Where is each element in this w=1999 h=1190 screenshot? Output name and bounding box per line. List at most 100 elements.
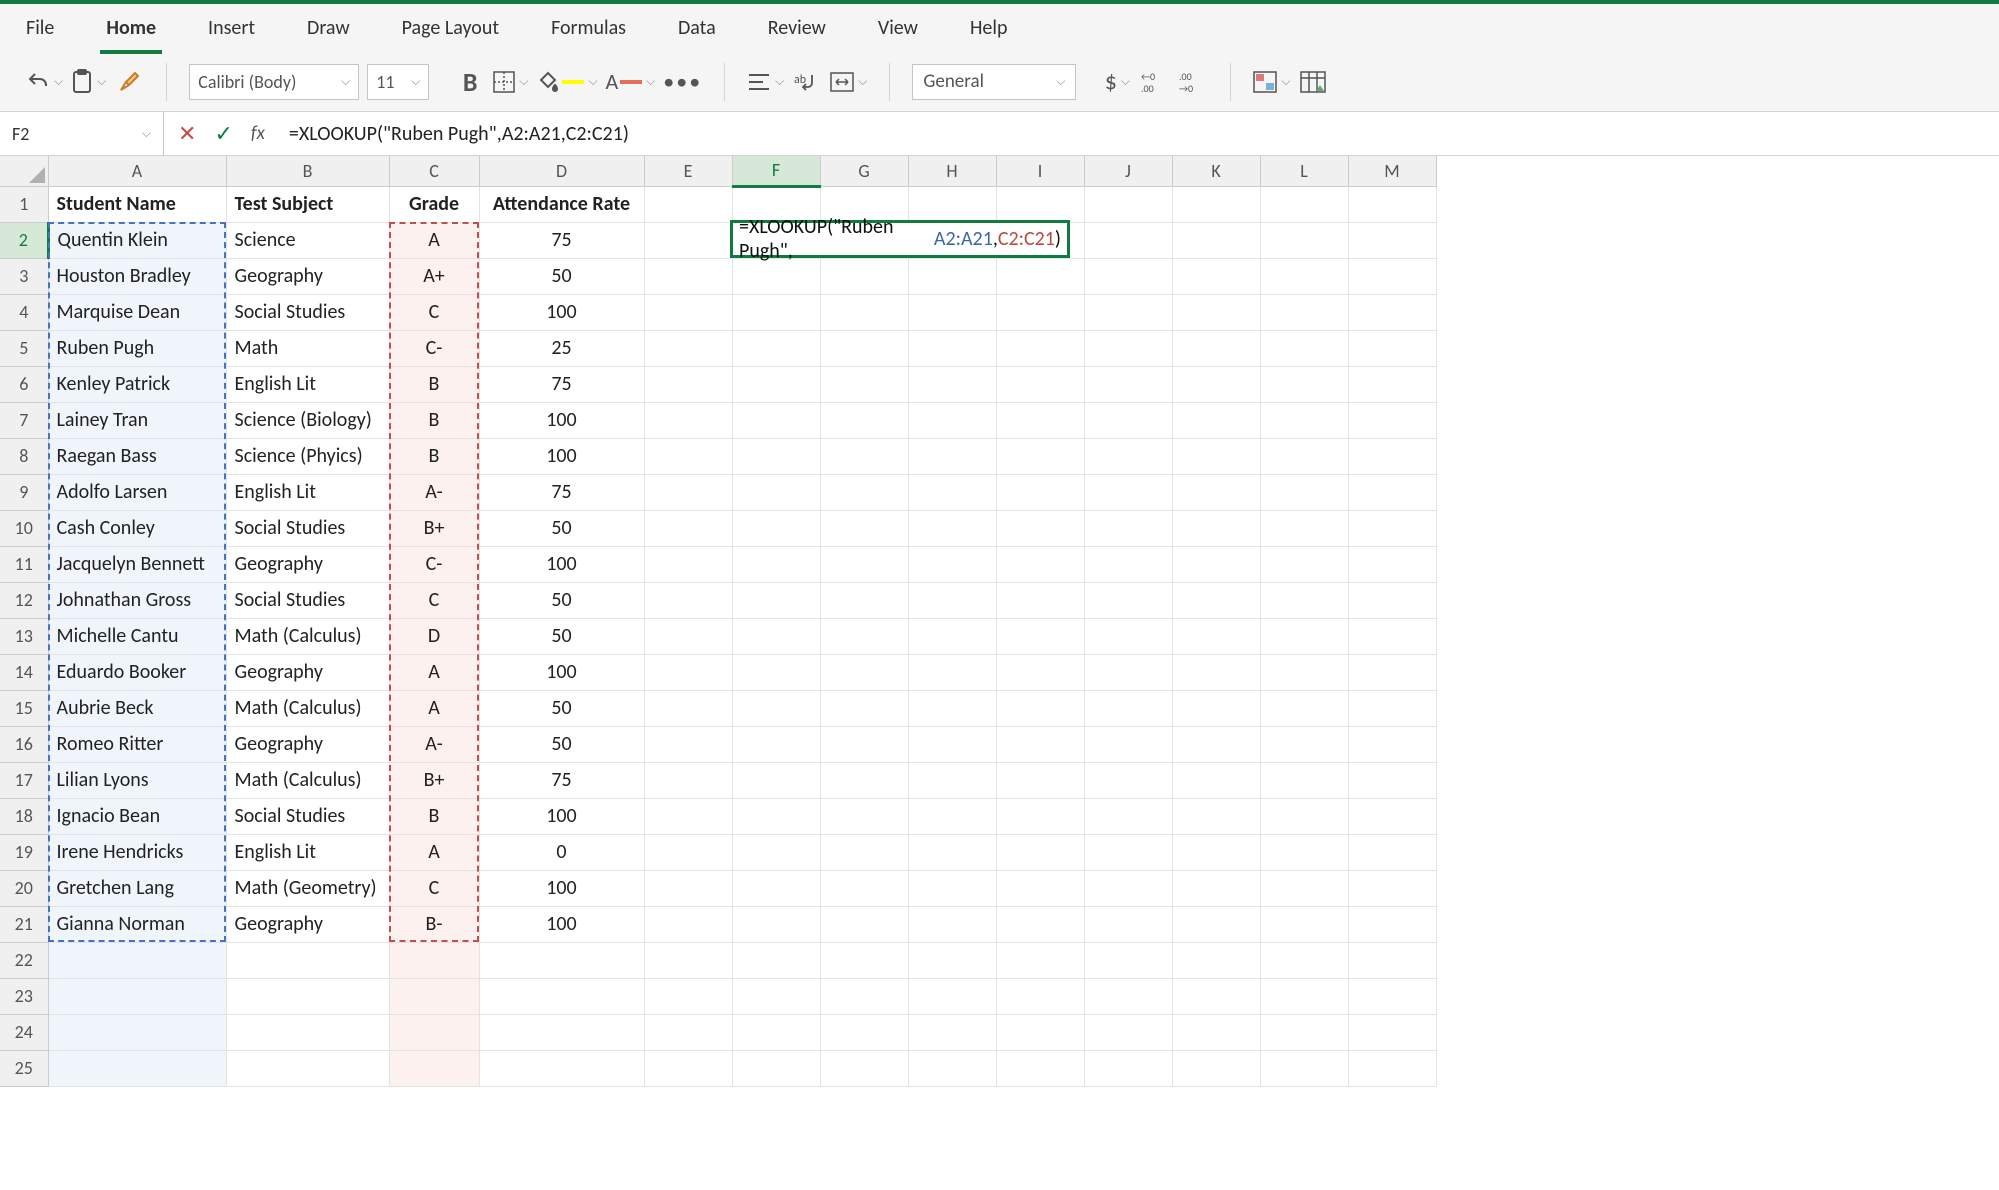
cell-J20[interactable] [1084,870,1172,906]
row-head-19[interactable]: 19 [0,834,48,870]
cancel-formula-icon[interactable]: ✕ [178,120,196,147]
cell-F25[interactable] [732,1050,820,1086]
col-head-H[interactable]: H [908,156,996,186]
cell-M7[interactable] [1348,402,1436,438]
paste-button[interactable]: ⌵ [71,64,106,100]
cell-M3[interactable] [1348,258,1436,294]
cell-H21[interactable] [908,906,996,942]
row-head-20[interactable]: 20 [0,870,48,906]
cell-M4[interactable] [1348,294,1436,330]
col-head-K[interactable]: K [1172,156,1260,186]
cell-J23[interactable] [1084,978,1172,1014]
cell-H18[interactable] [908,798,996,834]
cell-B1[interactable]: Test Subject [226,186,389,222]
cell-C23[interactable] [389,978,479,1014]
cell-A10[interactable]: Cash Conley [48,510,226,546]
bold-button[interactable]: B [455,64,485,100]
cell-B25[interactable] [226,1050,389,1086]
cell-M23[interactable] [1348,978,1436,1014]
cell-M13[interactable] [1348,618,1436,654]
row-head-23[interactable]: 23 [0,978,48,1014]
cell-G18[interactable] [820,798,908,834]
cell-G9[interactable] [820,474,908,510]
row-head-14[interactable]: 14 [0,654,48,690]
cell-J2[interactable] [1084,222,1172,258]
col-head-C[interactable]: C [389,156,479,186]
menu-data[interactable]: Data [672,12,722,44]
cell-D15[interactable]: 50 [479,690,644,726]
cell-G16[interactable] [820,726,908,762]
cell-G23[interactable] [820,978,908,1014]
spreadsheet-grid[interactable]: ABCDEFGHIJKLM1Student NameTest SubjectGr… [0,156,1999,1087]
cell-F13[interactable] [732,618,820,654]
cell-B19[interactable]: English Lit [226,834,389,870]
cell-A21[interactable]: Gianna Norman [48,906,226,942]
cell-I1[interactable] [996,186,1084,222]
cell-F10[interactable] [732,510,820,546]
cell-K16[interactable] [1172,726,1260,762]
cell-I8[interactable] [996,438,1084,474]
cell-K3[interactable] [1172,258,1260,294]
cell-H4[interactable] [908,294,996,330]
cell-B8[interactable]: Science (Phyics) [226,438,389,474]
cell-A3[interactable]: Houston Bradley [48,258,226,294]
cell-D23[interactable] [479,978,644,1014]
cell-M1[interactable] [1348,186,1436,222]
font-name-select[interactable]: Calibri (Body)⌵ [189,64,359,100]
cell-G13[interactable] [820,618,908,654]
cell-A14[interactable]: Eduardo Booker [48,654,226,690]
cell-C16[interactable]: A- [389,726,479,762]
increase-decimal-button[interactable]: ←0.00 [1140,64,1170,100]
cell-M14[interactable] [1348,654,1436,690]
cell-F11[interactable] [732,546,820,582]
cell-I10[interactable] [996,510,1084,546]
cell-F12[interactable] [732,582,820,618]
cell-C15[interactable]: A [389,690,479,726]
cell-F7[interactable] [732,402,820,438]
cell-K21[interactable] [1172,906,1260,942]
cell-E1[interactable] [644,186,732,222]
cell-B20[interactable]: Math (Geometry) [226,870,389,906]
cell-G21[interactable] [820,906,908,942]
cell-K2[interactable] [1172,222,1260,258]
cell-C19[interactable]: A [389,834,479,870]
cell-M19[interactable] [1348,834,1436,870]
cell-G25[interactable] [820,1050,908,1086]
cell-K14[interactable] [1172,654,1260,690]
cell-D19[interactable]: 0 [479,834,644,870]
cell-D22[interactable] [479,942,644,978]
row-head-10[interactable]: 10 [0,510,48,546]
cell-J6[interactable] [1084,366,1172,402]
cell-I13[interactable] [996,618,1084,654]
cell-I21[interactable] [996,906,1084,942]
cell-H24[interactable] [908,1014,996,1050]
cell-B9[interactable]: English Lit [226,474,389,510]
cell-H7[interactable] [908,402,996,438]
cell-L23[interactable] [1260,978,1348,1014]
fx-icon[interactable]: fx [251,122,265,145]
cell-B14[interactable]: Geography [226,654,389,690]
cell-B6[interactable]: English Lit [226,366,389,402]
cell-H25[interactable] [908,1050,996,1086]
row-head-2[interactable]: 2 [0,222,48,258]
row-head-21[interactable]: 21 [0,906,48,942]
cell-J10[interactable] [1084,510,1172,546]
cell-K20[interactable] [1172,870,1260,906]
cell-J12[interactable] [1084,582,1172,618]
cell-A5[interactable]: Ruben Pugh [48,330,226,366]
cell-A2[interactable]: Quentin Klein [48,222,226,258]
cell-M6[interactable] [1348,366,1436,402]
cell-C20[interactable]: C [389,870,479,906]
cell-H19[interactable] [908,834,996,870]
conditional-format-button[interactable]: ⌵ [1253,64,1290,100]
cell-M16[interactable] [1348,726,1436,762]
cell-B24[interactable] [226,1014,389,1050]
font-size-select[interactable]: 11⌵ [367,64,429,100]
cell-K18[interactable] [1172,798,1260,834]
menu-insert[interactable]: Insert [202,12,261,44]
cell-E14[interactable] [644,654,732,690]
col-head-G[interactable]: G [820,156,908,186]
menu-page-layout[interactable]: Page Layout [396,12,505,44]
cell-I7[interactable] [996,402,1084,438]
cell-G17[interactable] [820,762,908,798]
